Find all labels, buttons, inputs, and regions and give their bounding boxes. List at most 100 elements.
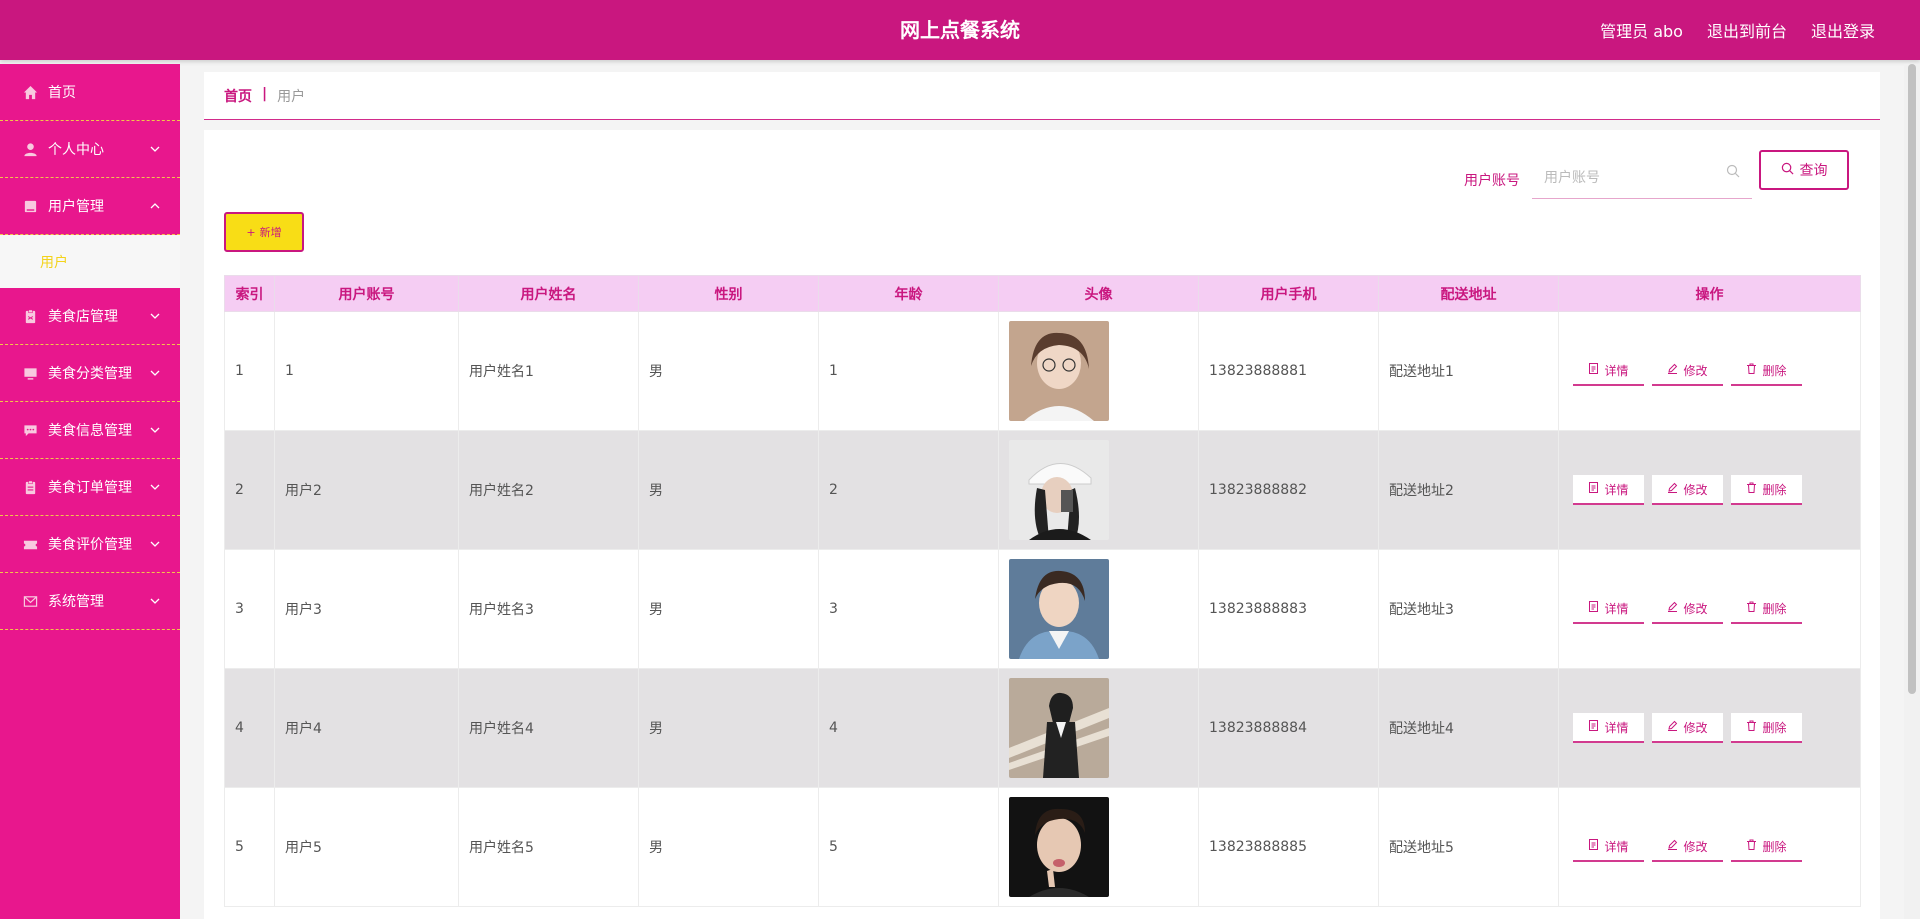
cell-address: 配送地址3 — [1378, 549, 1559, 669]
add-button[interactable]: + 新增 — [224, 212, 304, 252]
ticket-icon — [22, 536, 38, 552]
cell-account: 用户5 — [274, 787, 459, 907]
column-header[interactable]: 索引 — [224, 275, 275, 312]
delete-button[interactable]: 删除 — [1731, 356, 1802, 386]
chevron-down-icon — [150, 142, 160, 152]
column-header[interactable]: 用户账号 — [274, 275, 459, 312]
detail-button[interactable]: 详情 — [1573, 356, 1644, 386]
cell-phone: 13823888882 — [1198, 430, 1379, 550]
row-actions: 详情 修改 删除 — [1569, 832, 1860, 862]
sidebar-item-home[interactable]: 首页 — [0, 64, 180, 121]
detail-button[interactable]: 详情 — [1573, 475, 1644, 505]
edit-button[interactable]: 修改 — [1652, 713, 1723, 743]
cell-phone: 13823888881 — [1198, 311, 1379, 431]
logout-link[interactable]: 退出登录 — [1811, 18, 1875, 42]
cell-index: 4 — [224, 668, 275, 788]
sidebar-item-label: 美食订单管理 — [48, 480, 132, 496]
sidebar-item-food-category[interactable]: 美食分类管理 — [0, 345, 180, 402]
cell-index: 5 — [224, 787, 275, 907]
document-icon — [1588, 363, 1599, 377]
cell-gender: 男 — [638, 549, 819, 669]
edit-button[interactable]: 修改 — [1652, 832, 1723, 862]
document-icon — [1588, 482, 1599, 496]
admin-label: 管理员 abo — [1600, 22, 1683, 41]
trash-icon — [1746, 601, 1757, 615]
cell-age: 2 — [818, 430, 999, 550]
column-header[interactable]: 性别 — [638, 275, 819, 312]
edit-button[interactable]: 修改 — [1652, 475, 1723, 505]
clipboard-icon — [22, 308, 38, 324]
detail-label: 详情 — [1604, 363, 1629, 378]
sidebar-item-food-orders[interactable]: 美食订单管理 — [0, 459, 180, 516]
detail-button[interactable]: 详情 — [1573, 713, 1644, 743]
cell-actions: 详情 修改 删除 — [1558, 549, 1861, 669]
scrollbar-thumb[interactable] — [1908, 64, 1916, 694]
query-button[interactable]: 查询 — [1759, 150, 1849, 190]
detail-label: 详情 — [1604, 482, 1629, 497]
edit-button[interactable]: 修改 — [1652, 356, 1723, 386]
edit-label: 修改 — [1683, 601, 1708, 616]
delete-button[interactable]: 删除 — [1731, 594, 1802, 624]
sidebar-item-profile[interactable]: 个人中心 — [0, 121, 180, 178]
add-button-label: 新增 — [259, 226, 282, 239]
book-icon — [22, 198, 38, 214]
breadcrumb-separator: | — [262, 86, 268, 102]
chevron-down-icon — [150, 537, 160, 547]
cell-index: 2 — [224, 430, 275, 550]
delete-button[interactable]: 删除 — [1731, 475, 1802, 505]
sidebar-subitem-users[interactable]: 用户 — [0, 235, 180, 288]
monitor-icon — [22, 365, 38, 381]
sidebar-item-food-info[interactable]: 美食信息管理 — [0, 402, 180, 459]
document-icon — [1588, 601, 1599, 615]
home-icon — [22, 84, 38, 100]
column-header[interactable]: 配送地址 — [1378, 275, 1559, 312]
chevron-down-icon — [150, 309, 160, 319]
cell-gender: 男 — [638, 668, 819, 788]
edit-icon — [1667, 601, 1678, 615]
table-row: 3 用户3 用户姓名3 男 3 13823888883 配送地址3 详情 修改 … — [224, 549, 1861, 669]
cell-address: 配送地址2 — [1378, 430, 1559, 550]
sidebar-item-system[interactable]: 系统管理 — [0, 573, 180, 630]
exit-to-front-link[interactable]: 退出到前台 — [1707, 18, 1787, 42]
cell-index: 3 — [224, 549, 275, 669]
cell-name: 用户姓名3 — [458, 549, 639, 669]
edit-button[interactable]: 修改 — [1652, 594, 1723, 624]
clipboard-icon — [22, 479, 38, 495]
breadcrumb-home[interactable]: 首页 — [224, 86, 252, 106]
column-header[interactable]: 操作 — [1558, 275, 1861, 312]
breadcrumb-panel: 首页 | 用户 — [204, 72, 1880, 120]
cell-name: 用户姓名2 — [458, 430, 639, 550]
detail-button[interactable]: 详情 — [1573, 832, 1644, 862]
row-actions: 详情 修改 删除 — [1569, 713, 1860, 743]
detail-button[interactable]: 详情 — [1573, 594, 1644, 624]
sidebar-item-food-store[interactable]: 美食店管理 — [0, 288, 180, 345]
delete-label: 删除 — [1762, 720, 1787, 735]
edit-label: 修改 — [1683, 482, 1708, 497]
cell-address: 配送地址5 — [1378, 787, 1559, 907]
delete-button[interactable]: 删除 — [1731, 832, 1802, 862]
breadcrumb: 首页 | 用户 — [224, 86, 305, 106]
search-input[interactable] — [1532, 157, 1752, 199]
sidebar-item-food-reviews[interactable]: 美食评价管理 — [0, 516, 180, 573]
sidebar-item-label: 首页 — [48, 85, 76, 101]
delete-button[interactable]: 删除 — [1731, 713, 1802, 743]
message-icon — [22, 422, 38, 438]
sidebar-item-user-management[interactable]: 用户管理 — [0, 178, 180, 235]
search-icon — [1726, 163, 1740, 178]
column-header[interactable]: 用户手机 — [1198, 275, 1379, 312]
cell-account: 用户2 — [274, 430, 459, 550]
document-icon — [1588, 839, 1599, 853]
column-header[interactable]: 年龄 — [818, 275, 999, 312]
edit-icon — [1667, 839, 1678, 853]
page-scrollbar[interactable] — [1904, 64, 1920, 919]
avatar — [1009, 797, 1109, 897]
chevron-down-icon — [150, 594, 160, 604]
sidebar-item-label: 美食评价管理 — [48, 537, 132, 553]
column-header[interactable]: 用户姓名 — [458, 275, 639, 312]
cell-age: 3 — [818, 549, 999, 669]
column-header[interactable]: 头像 — [998, 275, 1199, 312]
edit-label: 修改 — [1683, 720, 1708, 735]
cell-name: 用户姓名5 — [458, 787, 639, 907]
cell-address: 配送地址1 — [1378, 311, 1559, 431]
row-actions: 详情 修改 删除 — [1569, 475, 1860, 505]
